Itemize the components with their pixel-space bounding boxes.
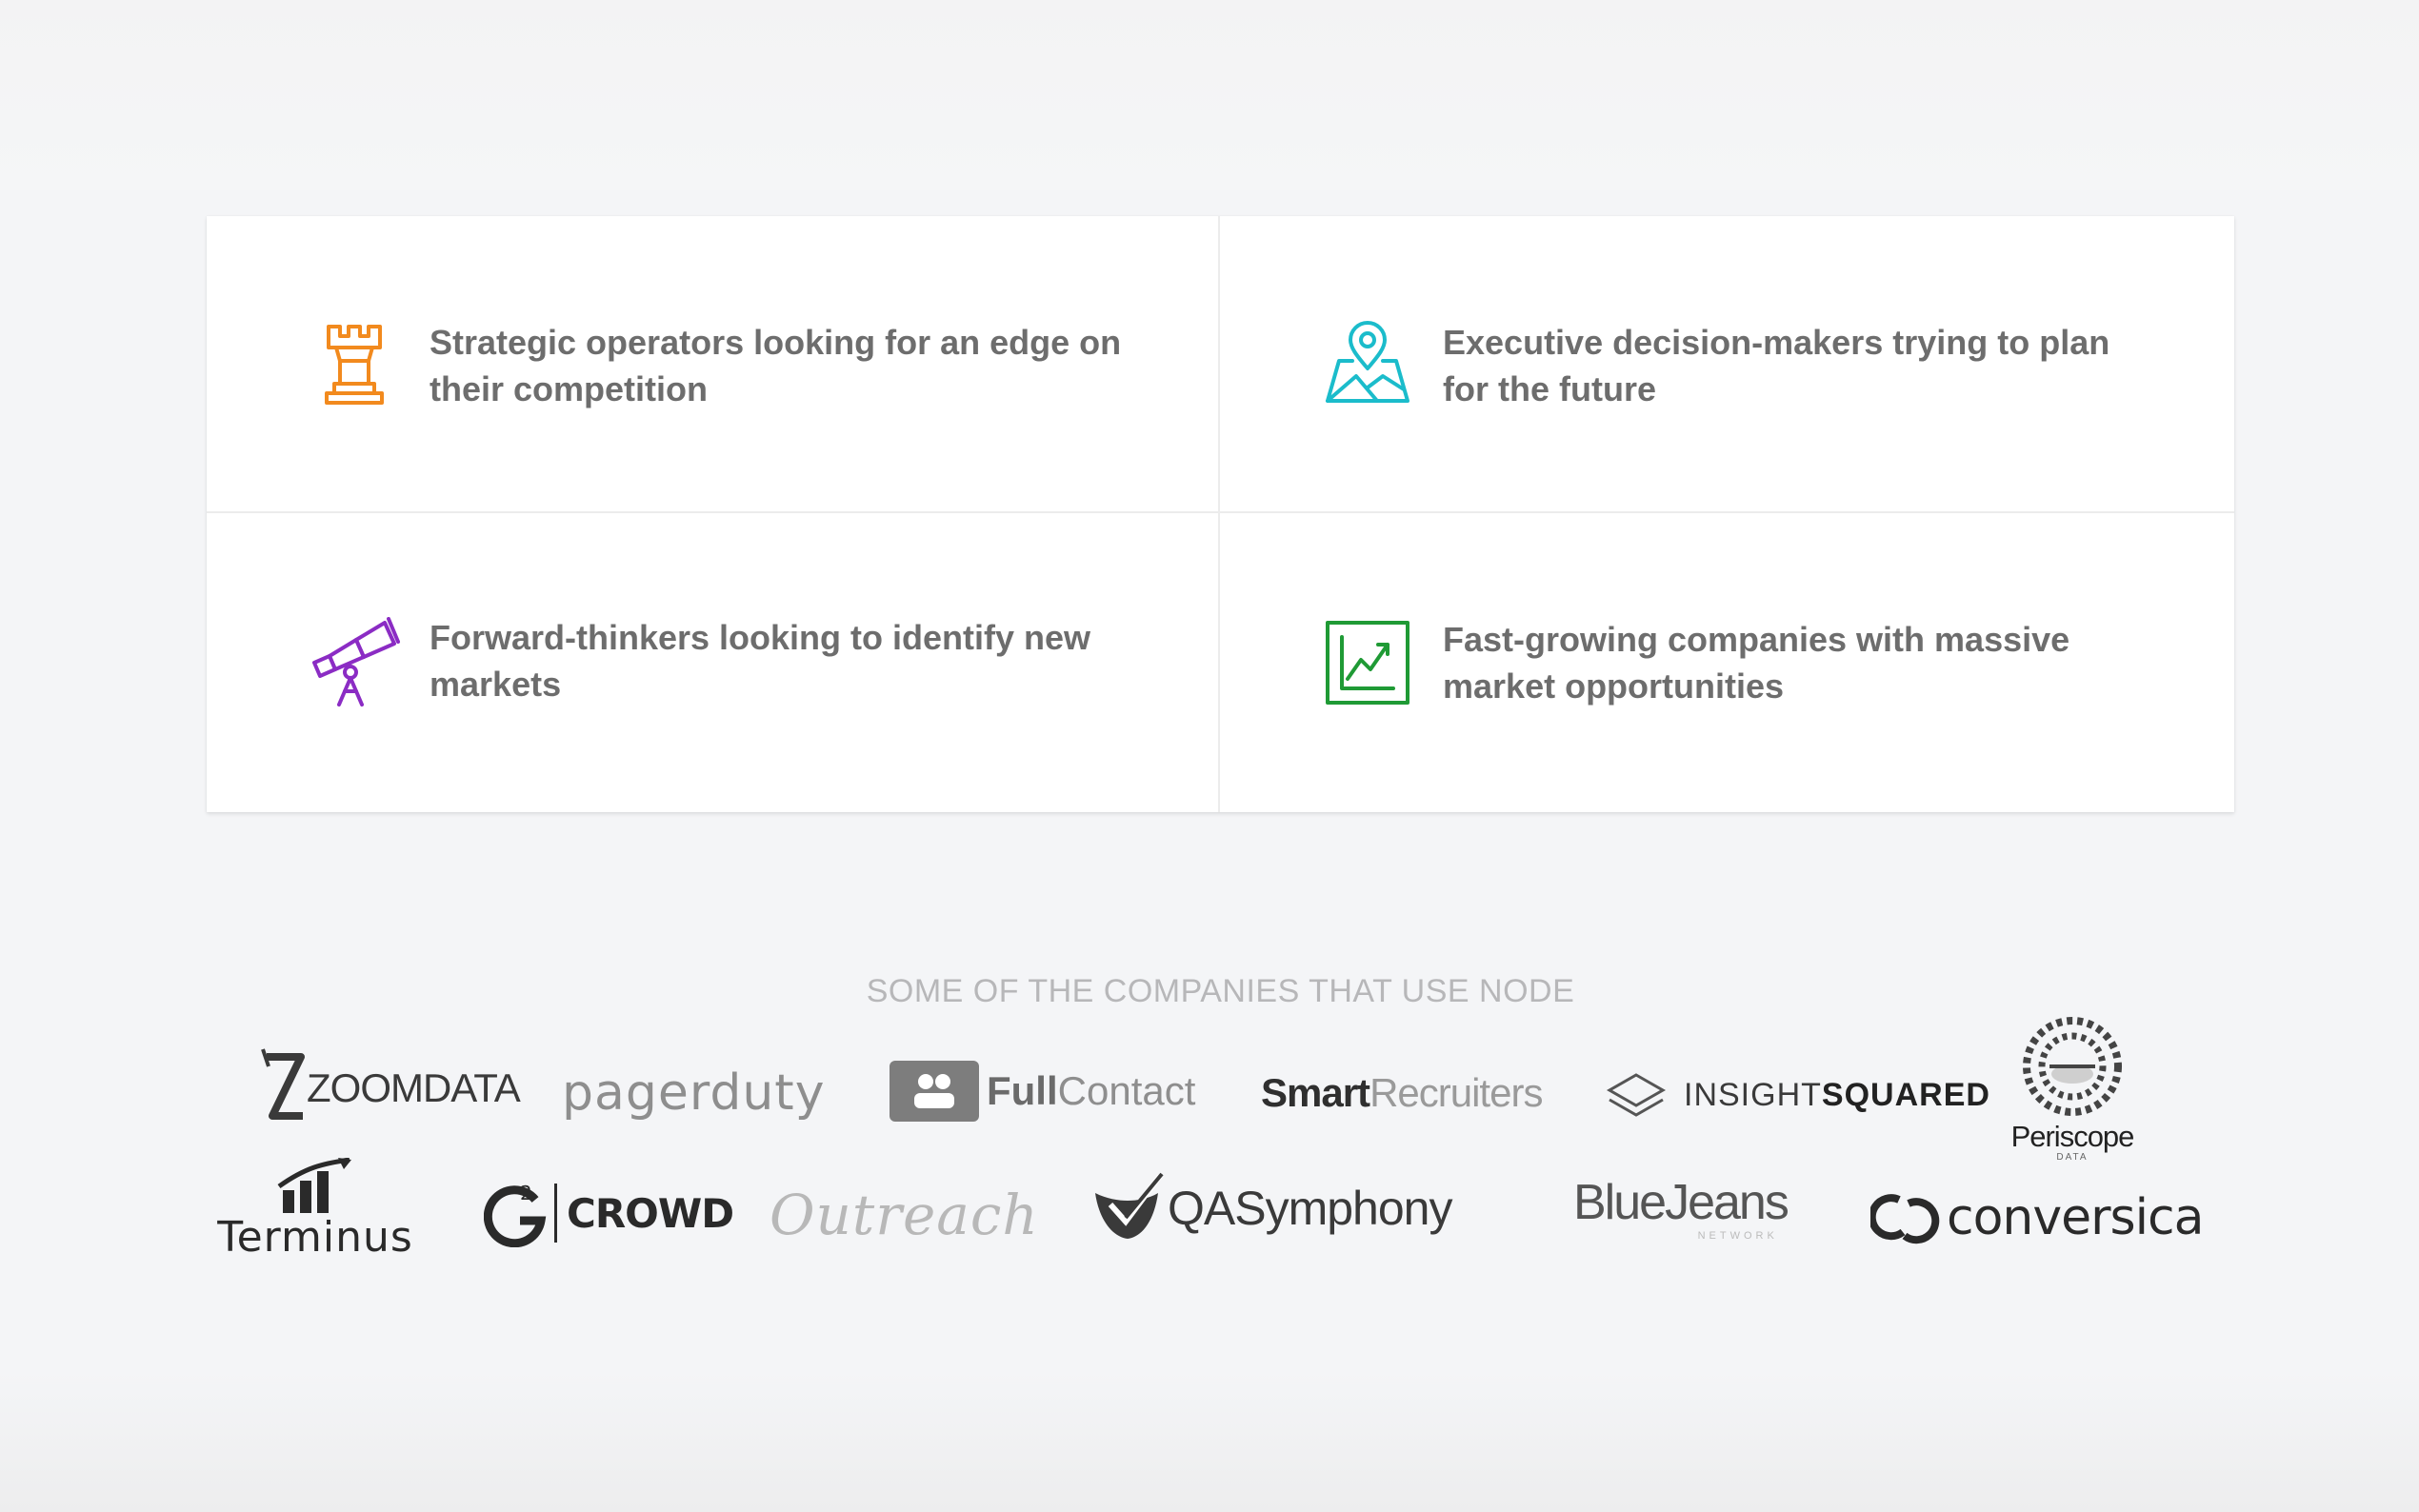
logo-insightsquared: INSIGHT SQUARED — [1606, 1068, 1990, 1122]
qasymphony-check-icon — [1095, 1172, 1164, 1239]
audience-text: Fast-growing companies with massive mark… — [1443, 620, 2070, 706]
audience-card-forward-thinkers: Forward-thinkers looking to identify new… — [207, 513, 1220, 812]
terminus-bars-icon — [277, 1158, 351, 1213]
conversica-rings-icon — [1870, 1194, 1940, 1244]
logo-fullcontact: Full Contact — [888, 1057, 1195, 1125]
periscope-globe-icon — [2023, 1017, 2122, 1116]
logo-terminus: Terminus — [208, 1158, 423, 1264]
audience-card-strategic-operators: Strategic operators looking for an edge … — [207, 216, 1220, 513]
audience-card-executives: Executive decision-makers trying to plan… — [1220, 216, 2234, 513]
svg-text:2: 2 — [520, 1182, 532, 1204]
logo-qasymphony: QASymphony — [1091, 1167, 1452, 1249]
audience-text: Strategic operators looking for an edge … — [430, 323, 1122, 408]
logo-smartrecruiters: Smart Recruiters — [1261, 1070, 1543, 1115]
logo-g2crowd: 2 CROWD — [484, 1177, 734, 1249]
telescope-icon — [302, 610, 407, 715]
zoomdata-mark-icon — [261, 1048, 305, 1120]
logo-conversica: conversica — [1870, 1184, 2204, 1251]
top-background — [0, 0, 2419, 190]
logo-bluejeans: BlueJeans NETWORK — [1573, 1175, 1789, 1242]
audience-text: Executive decision-makers trying to plan… — [1443, 323, 2110, 408]
logo-outreach: Outreach — [770, 1183, 1039, 1247]
bottom-background — [0, 1371, 2419, 1512]
fullcontact-card-icon — [890, 1061, 979, 1122]
companies-heading: SOME OF THE COMPANIES THAT USE NODE — [866, 973, 1575, 1009]
growth-chart-icon — [1315, 610, 1420, 715]
insightsquared-layers-icon — [1606, 1073, 1667, 1117]
logo-pagerduty: pagerduty — [562, 1064, 826, 1122]
g2-mark-icon: 2 — [484, 1182, 547, 1247]
logo-zoomdata: ZOOMDATA — [259, 1045, 521, 1131]
audience-text: Forward-thinkers looking to identify new… — [430, 618, 1091, 704]
chess-rook-icon — [302, 311, 407, 416]
audience-card-fast-growing: Fast-growing companies with massive mark… — [1220, 513, 2234, 812]
map-pin-icon — [1315, 311, 1420, 416]
audience-grid: Strategic operators looking for an edge … — [207, 216, 2234, 812]
logo-periscope: Periscope DATA — [2008, 1017, 2137, 1169]
